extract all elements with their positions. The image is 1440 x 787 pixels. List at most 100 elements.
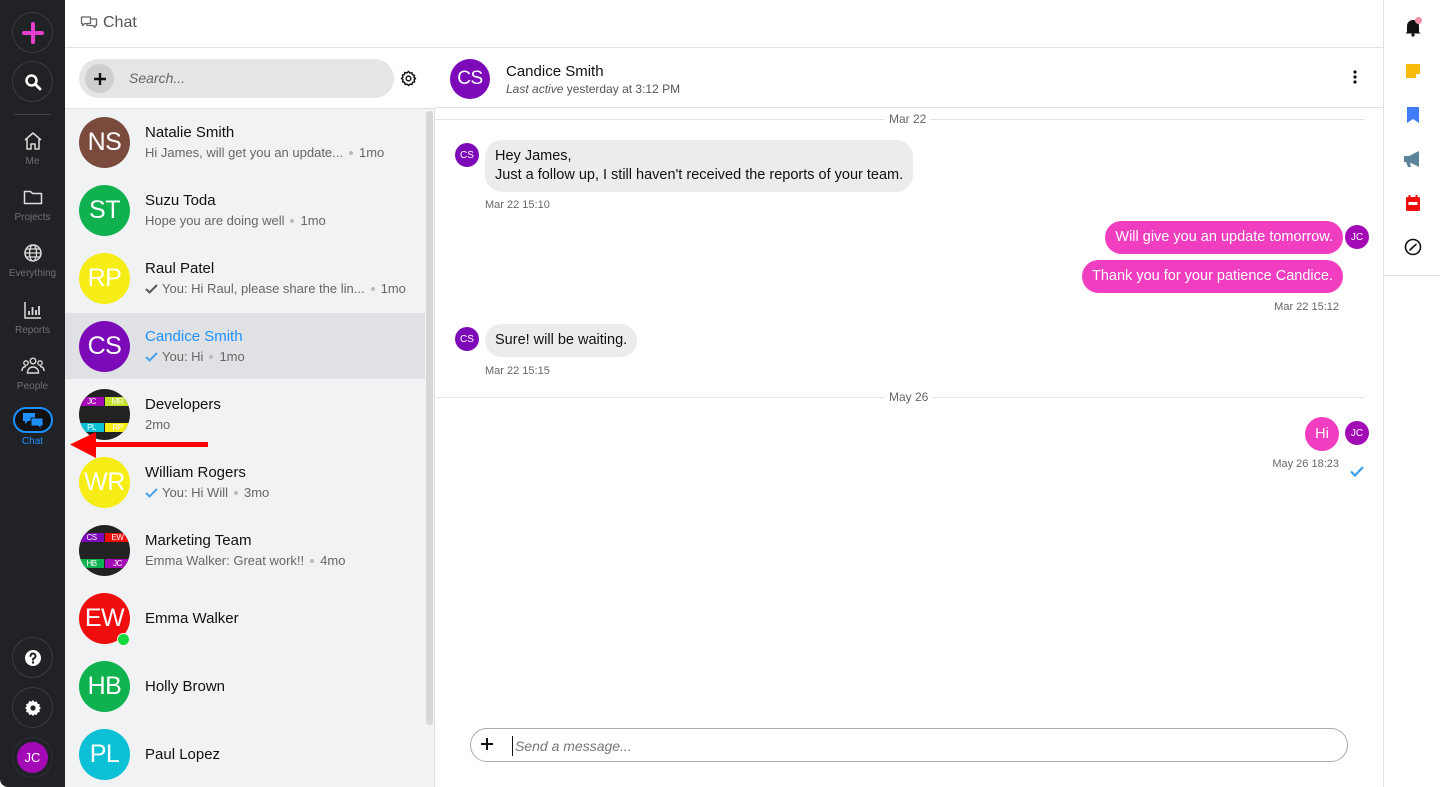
conversation-name: Emma Walker (145, 610, 239, 627)
conversation-time: 1mo (380, 281, 406, 296)
gear-outline-icon (400, 70, 417, 87)
member-initials: EW (105, 533, 130, 542)
separator-dot (233, 490, 238, 495)
message-line: Sure! will be waiting. (495, 332, 628, 348)
status-text: yesterday at 3:12 PM (563, 82, 681, 96)
settings-button[interactable] (12, 687, 53, 728)
conversation-item[interactable]: HB Holly Brown (65, 653, 425, 719)
conversation-item[interactable]: PL Paul Lopez (65, 721, 425, 787)
member-initials: RP (105, 423, 130, 432)
avatar: ST (79, 185, 130, 236)
avatar: HB (79, 661, 130, 712)
message-bubble-incoming: Sure! will be waiting. (485, 324, 638, 357)
last-message: You: Hi Will (162, 485, 228, 500)
separator-dot (209, 354, 214, 359)
avatar: NS (79, 117, 130, 168)
message-time: May 26 18:23 (1272, 458, 1339, 470)
conversation-item[interactable]: WR William Rogers You: Hi Will 3mo (65, 449, 425, 515)
help-button[interactable] (12, 637, 53, 678)
conversation-item[interactable]: RP Raul Patel You: Hi Raul, please share… (65, 245, 425, 311)
rail-label: Everything (8, 268, 57, 279)
list-settings-button[interactable] (400, 70, 417, 92)
utility-rail (1383, 0, 1440, 787)
read-receipt-check-icon (1350, 466, 1364, 477)
conversation-list-scrollbar[interactable] (426, 111, 433, 725)
message-bubble-outgoing: Thank you for your patience Candice. (1082, 260, 1343, 293)
separator-dot (370, 286, 375, 291)
online-status-indicator (117, 633, 130, 646)
conversation-item[interactable]: ST Suzu Toda Hope you are doing well 1mo (65, 177, 425, 243)
status-prefix: Last active (506, 82, 564, 96)
section-title-text: Chat (103, 14, 137, 31)
member-initials: JC (105, 559, 130, 568)
conversation-item[interactable]: EW Emma Walker (65, 585, 425, 651)
calendar-button[interactable] (1402, 192, 1424, 214)
conversation-name: Natalie Smith (145, 124, 235, 141)
attach-button[interactable] (480, 737, 494, 756)
plus-icon (93, 72, 106, 85)
search-input[interactable] (129, 68, 379, 88)
create-button[interactable] (12, 12, 53, 53)
rail-item-chat[interactable]: Chat (0, 407, 65, 447)
bookmarks-button[interactable] (1402, 104, 1424, 126)
last-message: You: Hi Raul, please share the lin... (162, 281, 365, 296)
time-tracker-button[interactable] (1402, 236, 1424, 258)
app-window: Me Projects Everything Reports People Ch… (0, 0, 1440, 787)
sticky-note-icon (1406, 64, 1420, 78)
conversation-name: Marketing Team (145, 532, 252, 549)
conversation-item[interactable]: CS EW HB JC Marketing Team Emma Walker: … (65, 517, 425, 583)
section-title: Chat (80, 14, 137, 32)
conversation-preview: Hope you are doing well 1mo (145, 213, 326, 228)
new-chat-button[interactable] (85, 64, 114, 93)
conversation-name: Suzu Toda (145, 192, 216, 209)
plus-icon (21, 21, 44, 44)
announcements-button[interactable] (1402, 148, 1424, 170)
avatar: WR (79, 457, 130, 508)
rail-item-people[interactable]: People (0, 355, 65, 392)
contact-name[interactable]: Candice Smith (506, 63, 604, 80)
conversation-time: 2mo (145, 417, 171, 432)
message-line: Hey James, (495, 148, 572, 164)
conversation-time: 1mo (300, 213, 326, 228)
timer-icon (1404, 238, 1422, 256)
conversation-name: Developers (145, 396, 221, 413)
conversation-time: 3mo (243, 485, 270, 500)
utility-divider (1384, 275, 1440, 276)
message-input[interactable] (512, 736, 1332, 756)
rail-label: People (16, 381, 49, 392)
megaphone-icon (1404, 151, 1419, 167)
more-options-button[interactable] (1353, 70, 1357, 89)
home-icon (24, 132, 41, 150)
rail-label: Chat (21, 436, 44, 447)
rail-item-me[interactable]: Me (0, 130, 65, 167)
calendar-icon (1406, 195, 1420, 211)
conversation-item[interactable]: NS Natalie Smith Hi James, will get you … (65, 109, 425, 175)
chat-outline-icon (80, 16, 98, 29)
people-icon (20, 357, 45, 374)
rail-item-everything[interactable]: Everything (0, 242, 65, 279)
contact-avatar[interactable]: CS (450, 59, 490, 99)
search-button[interactable] (12, 61, 53, 102)
notifications-button[interactable] (1402, 16, 1424, 38)
message-line: Just a follow up, I still haven't receiv… (495, 167, 904, 183)
separator-dot (290, 218, 295, 223)
conversation-item-selected[interactable]: CS Candice Smith You: Hi 1mo (65, 313, 425, 379)
conversation-list-panel: NS Natalie Smith Hi James, will get you … (65, 48, 435, 787)
last-message: You: Hi (162, 349, 204, 364)
message-bubble-outgoing: Will give you an update tomorrow. (1105, 221, 1343, 254)
message-time: Mar 22 15:10 (485, 199, 550, 211)
search-box (79, 59, 394, 98)
user-avatar[interactable]: JC (17, 742, 48, 773)
conversation-name: William Rogers (145, 464, 246, 481)
globe-icon (23, 244, 42, 262)
avatar: CS (79, 321, 130, 372)
conversation-header: CS Candice Smith Last active yesterday a… (435, 48, 1383, 108)
conversation-preview: You: Hi Will 3mo (145, 485, 269, 500)
help-icon (24, 649, 41, 666)
rail-label: Projects (14, 212, 51, 223)
bookmark-icon (1407, 107, 1419, 123)
conversation-name: Candice Smith (145, 328, 243, 345)
rail-item-reports[interactable]: Reports (0, 299, 65, 336)
rail-item-projects[interactable]: Projects (0, 186, 65, 223)
notes-button[interactable] (1402, 60, 1424, 82)
